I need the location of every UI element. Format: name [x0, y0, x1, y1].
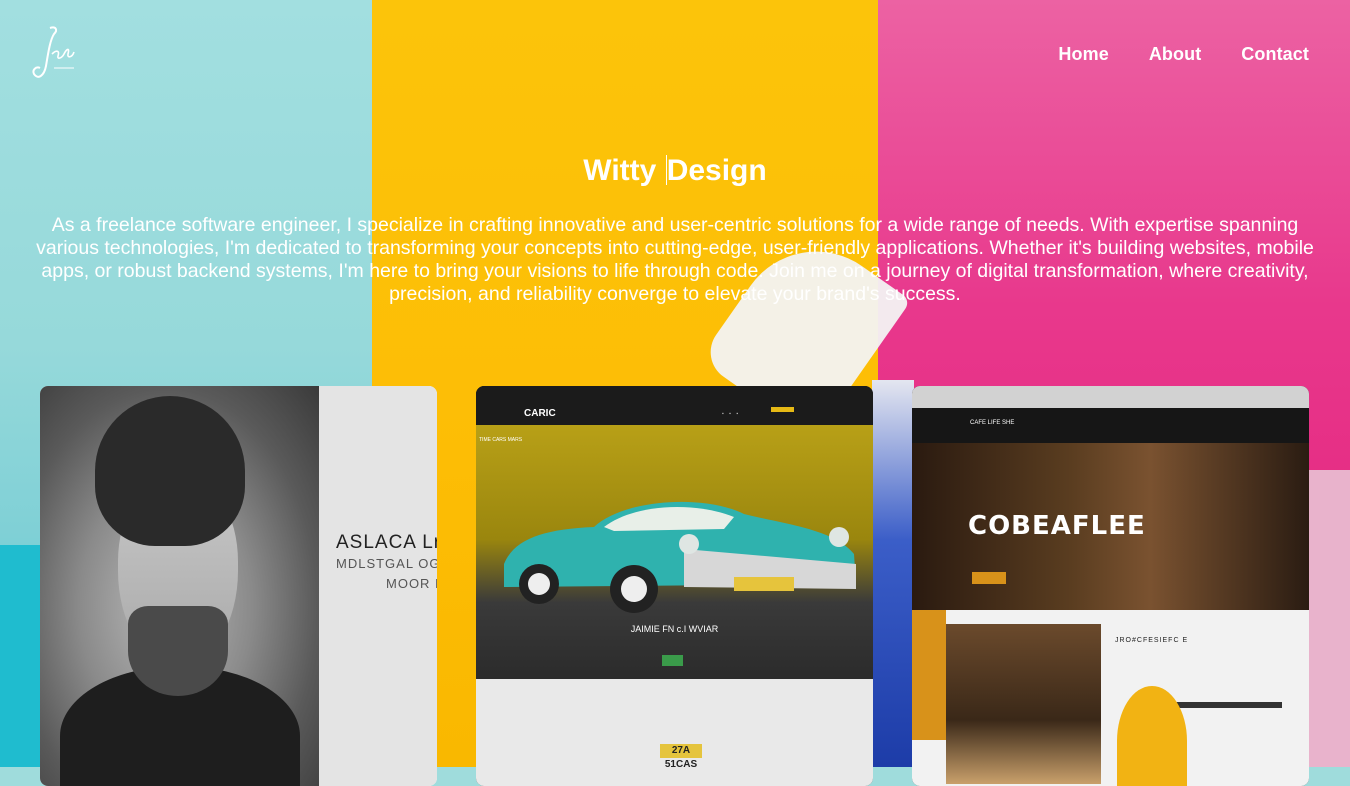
cafe-yellow-chair: [1117, 686, 1187, 786]
portrait-beard: [128, 606, 228, 696]
car-site-navbar: [476, 386, 873, 425]
hero-title: Witty Design: [0, 154, 1350, 188]
cafe-site-orange-accent: [912, 610, 946, 740]
car-site-nav-button: [771, 407, 794, 412]
cafe-site-subheading: JRO#CFESIEFC E: [1115, 637, 1189, 644]
nav-home-link[interactable]: Home: [1058, 44, 1108, 65]
car-site-tagline: TIME CARS MARS: [479, 437, 523, 443]
card1-subtitle: MDLSTGAL OGA: [336, 556, 437, 571]
card1-title: ASLACA Lr: [336, 532, 437, 553]
logo-link[interactable]: [30, 24, 82, 82]
car-site-nav-links: ▪ ▪ ▪: [722, 411, 741, 417]
cafe-site-headline: COBEAFLEE: [968, 511, 1146, 541]
hero-title-word-2: Design: [666, 154, 767, 187]
car-site-caption: JAIMIE FN c.I WVIAR: [630, 624, 719, 634]
hero-title-word-1: Witty: [583, 154, 657, 187]
portfolio-card-car-site[interactable]: CARIC ▪ ▪ ▪ TIME CARS MARS JAIMIE FN c.I…: [476, 386, 873, 786]
portrait-hair: [95, 396, 245, 546]
cafe-interior-image: [946, 624, 1101, 784]
portfolio-card-portrait[interactable]: ASLACA Lr MDLSTGAL OGA MOOR I: [40, 386, 437, 786]
portfolio-card-cafe-site[interactable]: CAFE LIFE SHE COBEAFLEE JRO#CFESIEFC E: [912, 386, 1309, 786]
jade-logo-icon: [32, 26, 75, 78]
car-site-cta-button: [662, 655, 683, 666]
nav-contact-link[interactable]: Contact: [1241, 44, 1309, 65]
hero-description: As a freelance software engineer, I spec…: [36, 214, 1314, 305]
car-license-plate: 27A 51CAS: [660, 744, 702, 770]
nav-about-link[interactable]: About: [1149, 44, 1201, 65]
blue-brush-stroke: [872, 380, 914, 767]
cafe-site-brand: CAFE LIFE SHE: [970, 420, 1015, 426]
card1-caption: MOOR I: [386, 576, 437, 591]
main-nav: Home About Contact: [1058, 44, 1309, 65]
cafe-site-cta-button: [972, 572, 1006, 584]
cafe-table: [1172, 702, 1282, 708]
cafe-site-topbar: [912, 386, 1309, 408]
vintage-car-image: [504, 501, 856, 613]
car-site-brand: CARIC: [524, 408, 556, 419]
